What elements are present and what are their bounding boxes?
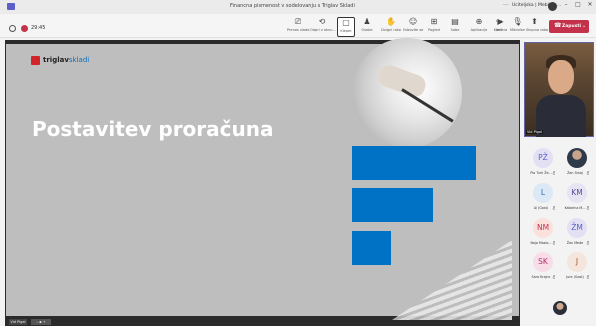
share-icon: ⬆ <box>531 17 538 26</box>
view-label: Sobe <box>450 28 460 32</box>
participant-avatar[interactable]: L <box>533 183 553 203</box>
chevron-down-icon[interactable]: ⌄ <box>582 23 586 29</box>
participant-avatar[interactable]: NM <box>533 218 553 238</box>
participant-avatar[interactable]: KM <box>567 183 587 203</box>
triglav-logo-text: triglavskladi <box>43 56 90 64</box>
mic-label: Mikrofon <box>509 28 526 32</box>
participant-avatar[interactable]: J <box>567 252 587 272</box>
mic-muted-icon: 🎙̸ <box>553 240 556 245</box>
triglav-logo-icon <box>31 56 40 65</box>
account-avatar[interactable] <box>548 2 557 11</box>
camera-label: Kamera <box>493 28 508 32</box>
participant-avatar[interactable] <box>567 148 587 168</box>
participant-name: Sara Krajnc <box>531 275 551 279</box>
raise-button[interactable]: ✋ Dvigni roko <box>381 17 401 37</box>
apps-label: Aplikacije <box>470 28 488 32</box>
open-button[interactable]: ⟲ Odpri v oknu... <box>310 17 336 37</box>
share-label: Skupna raba <box>526 28 549 32</box>
open-icon: ⟲ <box>318 17 326 26</box>
view-icon: ▤ <box>451 17 459 26</box>
apps-icon: ⊕ <box>475 17 483 26</box>
chat-button[interactable]: ▢ Klepet <box>337 17 355 37</box>
rooms-button[interactable]: ⊞ Pogled <box>424 17 444 37</box>
mic-button[interactable]: 🎙 Mikrofon <box>509 17 526 37</box>
maximize-button[interactable]: □ <box>573 1 583 8</box>
window-title: Financna pismenost v sodelovanju s Trigl… <box>230 3 355 9</box>
chat-icon: ▢ <box>342 18 350 27</box>
self-avatar[interactable] <box>553 301 567 315</box>
camera-button[interactable]: ▶ Kamera <box>492 17 509 37</box>
apps-button[interactable]: ⊕ Aplikacije <box>468 17 490 37</box>
teams-meeting-window: Financna pismenost v sodelovanju s Trigl… <box>0 0 596 326</box>
more-options-icon[interactable]: ··· <box>503 2 509 9</box>
people-button[interactable]: ♟ Osebe <box>358 17 376 37</box>
slide-bar-2 <box>352 188 433 222</box>
chat-label: Klepet <box>340 29 352 33</box>
video-body <box>536 95 586 137</box>
participant-name: Žan Smaj <box>567 171 583 175</box>
mic-muted-icon: 🎙̸ <box>553 205 556 210</box>
mic-icon: 🎙 <box>512 17 523 26</box>
present-label: Prenos vlada <box>287 28 310 32</box>
teams-app-icon <box>7 3 15 10</box>
participant-name: Ai (Gost) <box>533 206 549 210</box>
participant-name: Naja Maslo... <box>530 241 552 245</box>
participant-avatar[interactable]: PŽ <box>533 148 553 168</box>
slide-bar-1 <box>352 146 476 180</box>
raise-icon: ✋ <box>386 17 396 26</box>
share-button[interactable]: ⬆ Skupna raba <box>526 17 549 37</box>
zoom-controls[interactable]: – ▪ + <box>31 319 51 325</box>
recording-icon <box>21 25 28 32</box>
mic-muted-icon: 🎙̸ <box>587 205 590 210</box>
rooms-label: Pogled <box>428 28 440 32</box>
react-button[interactable]: ☺ Odzovite se <box>402 17 424 37</box>
participant-name: Žan Mede <box>566 241 584 245</box>
participant-avatar[interactable]: SK <box>533 252 553 272</box>
video-participant-name: Vid Pigal <box>526 130 543 134</box>
leave-button[interactable]: ☎ Zapusti ⌄ <box>549 20 589 33</box>
present-button[interactable]: ⎚ Prenos vlada <box>287 17 309 37</box>
slide-bar-3 <box>352 231 391 265</box>
close-button[interactable]: ✕ <box>585 1 595 8</box>
react-icon: ☺ <box>408 17 418 26</box>
open-label: Odpri v oknu... <box>310 28 336 32</box>
participant-name: Jure (Gost) <box>566 275 584 279</box>
participant-avatar[interactable]: ŽM <box>567 218 587 238</box>
present-icon: ⎚ <box>294 17 302 26</box>
video-face <box>548 60 574 94</box>
mic-muted-icon: 🎙̸ <box>587 170 590 175</box>
participant-name: Pia Turk Že... <box>530 171 552 175</box>
participant-name: Katarina M... <box>564 206 586 210</box>
mic-muted-icon: 🎙̸ <box>553 274 556 279</box>
people-icon: ♟ <box>363 17 371 26</box>
camera-icon: ▶ <box>497 17 504 26</box>
view-button[interactable]: ▤ Sobe <box>446 17 464 37</box>
mic-muted-icon: 🎙̸ <box>587 240 590 245</box>
slide-title: Postavitev proračuna <box>32 117 274 141</box>
meeting-timer: 29:45 <box>31 25 46 31</box>
raise-label: Dvigni roko <box>381 28 401 32</box>
minimize-button[interactable]: – <box>561 1 571 8</box>
react-label: Odzovite se <box>402 28 424 32</box>
phone-icon: ☎ <box>554 22 562 29</box>
mic-muted-icon: 🎙̸ <box>587 274 590 279</box>
leave-label: Zapusti <box>562 24 582 29</box>
rooms-icon: ⊞ <box>430 17 438 26</box>
presenter-name-chip: Vid Pigal <box>9 319 27 325</box>
people-label: Osebe <box>361 28 373 32</box>
mic-muted-icon: 🎙̸ <box>553 170 556 175</box>
meeting-status-icon <box>9 25 16 32</box>
